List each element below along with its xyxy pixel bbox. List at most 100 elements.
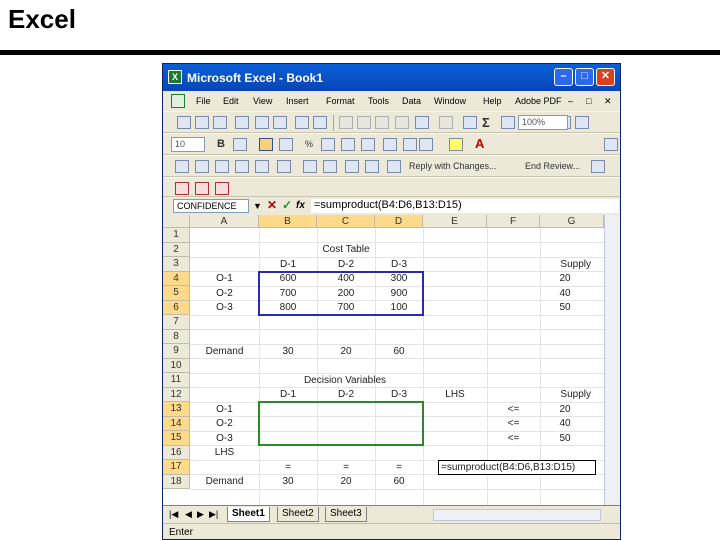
menu-view[interactable]: View — [253, 96, 272, 106]
previous-comment-icon[interactable] — [195, 160, 209, 173]
leq-sign[interactable]: <= — [487, 417, 540, 431]
supply-cell[interactable]: 20 — [540, 272, 590, 286]
row-header[interactable]: 10 — [163, 358, 190, 373]
delete-comment-icon[interactable] — [277, 160, 291, 173]
decision-variables-title[interactable]: Decision Variables — [287, 374, 403, 388]
editing-formula[interactable]: =sumproduct(B4:D6,B13:D15) — [441, 461, 575, 475]
column-header-c[interactable]: C — [317, 215, 375, 228]
menu-data[interactable]: Data — [402, 96, 421, 106]
row-header[interactable]: 6 — [163, 300, 190, 315]
insert-function-icon[interactable]: fx — [296, 200, 305, 211]
supply-cell-2[interactable]: 20 — [540, 403, 590, 417]
origin-label[interactable]: O-2 — [190, 287, 259, 301]
lhs-label[interactable]: LHS — [190, 446, 259, 460]
cut-icon[interactable] — [339, 116, 353, 129]
decision-header-d2[interactable]: D-2 — [317, 388, 375, 402]
doc-close-icon[interactable]: ✕ — [604, 96, 612, 107]
reply-with-changes-button[interactable]: Reply with Changes... — [409, 161, 497, 171]
decrease-decimal-icon[interactable] — [361, 138, 375, 151]
demand-cell[interactable]: 20 — [317, 345, 375, 359]
row-header[interactable]: 11 — [163, 373, 190, 388]
demand-label[interactable]: Demand — [190, 345, 259, 359]
cost-header-d3[interactable]: D-3 — [375, 258, 423, 272]
demand-cell[interactable]: 30 — [259, 345, 317, 359]
row-header[interactable]: 12 — [163, 387, 190, 402]
doc-restore-icon[interactable]: □ — [586, 96, 591, 106]
menu-format[interactable]: Format — [326, 96, 355, 106]
name-box[interactable]: CONFIDENCE — [173, 199, 249, 213]
first-sheet-icon[interactable]: |◀ — [169, 509, 178, 520]
sheet-tab-1[interactable]: Sheet1 — [227, 507, 270, 522]
demand-label-2[interactable]: Demand — [190, 475, 259, 489]
row-header[interactable]: 13 — [163, 402, 190, 417]
percent-style-icon[interactable]: % — [305, 139, 313, 149]
doc-minimize-icon[interactable]: – — [568, 96, 573, 106]
worksheet-grid[interactable]: A B C D E F G 1 2 3 4 5 6 7 8 9 10 11 12… — [163, 215, 620, 505]
close-button[interactable]: ✕ — [596, 68, 615, 86]
sort-ascending-icon[interactable] — [501, 116, 515, 129]
align-center-icon[interactable] — [259, 138, 273, 151]
workbook-icon[interactable] — [171, 94, 185, 108]
maximize-button[interactable]: □ — [575, 68, 594, 86]
column-header-e[interactable]: E — [423, 215, 487, 228]
decision-origin-label[interactable]: O-1 — [190, 403, 259, 417]
new-icon[interactable] — [177, 116, 191, 129]
row-header[interactable]: 18 — [163, 474, 190, 489]
vertical-scrollbar[interactable] — [604, 215, 620, 505]
show-all-comments-icon[interactable] — [255, 160, 269, 173]
enter-icon[interactable]: ✓ — [282, 198, 292, 212]
column-header-a[interactable]: A — [190, 215, 259, 228]
spelling-icon[interactable] — [295, 116, 309, 129]
supply-header-2[interactable]: Supply — [540, 388, 604, 402]
paste-icon[interactable] — [375, 116, 389, 129]
equals-sign[interactable]: = — [375, 461, 423, 475]
permission-icon[interactable] — [235, 116, 249, 129]
name-box-dropdown-icon[interactable]: ▼ — [253, 201, 262, 211]
protect-icon[interactable] — [323, 160, 337, 173]
save-icon[interactable] — [213, 116, 227, 129]
new-comment-icon[interactable] — [175, 160, 189, 173]
demand-cell-2[interactable]: 30 — [259, 475, 317, 489]
show-comment-icon[interactable] — [235, 160, 249, 173]
increase-decimal-icon[interactable] — [341, 138, 355, 151]
active-cell-editor[interactable]: =sumproduct(B4:D6,B13:D15) — [438, 459, 596, 475]
zoom-select[interactable]: 100% — [518, 115, 568, 130]
decision-origin-label[interactable]: O-3 — [190, 432, 259, 446]
supply-cell-2[interactable]: 50 — [540, 432, 590, 446]
convert-and-email-icon[interactable] — [195, 182, 209, 195]
decision-origin-label[interactable]: O-2 — [190, 417, 259, 431]
toolbar-options-icon[interactable] — [591, 160, 605, 173]
supply-cell[interactable]: 50 — [540, 301, 590, 315]
cancel-icon[interactable]: ✕ — [267, 198, 277, 212]
origin-label[interactable]: O-1 — [190, 272, 259, 286]
row-header[interactable]: 8 — [163, 329, 190, 344]
align-right-icon[interactable] — [279, 138, 293, 151]
lhs-header[interactable]: LHS — [423, 388, 487, 402]
help-icon[interactable] — [575, 116, 589, 129]
sheet-tab-2[interactable]: Sheet2 — [277, 507, 319, 522]
track-changes-icon[interactable] — [303, 160, 317, 173]
increase-indent-icon[interactable] — [403, 138, 417, 151]
previous-sheet-icon[interactable]: ◀ — [185, 509, 192, 520]
research-icon[interactable] — [313, 116, 327, 129]
font-size-select[interactable]: 10 — [171, 137, 205, 152]
decision-header-d1[interactable]: D-1 — [259, 388, 317, 402]
print-icon[interactable] — [255, 116, 269, 129]
leq-sign[interactable]: <= — [487, 403, 540, 417]
horizontal-scrollbar[interactable] — [433, 509, 601, 521]
open-icon[interactable] — [195, 116, 209, 129]
menu-edit[interactable]: Edit — [223, 96, 239, 106]
copy-icon[interactable] — [357, 116, 371, 129]
formula-input[interactable]: =sumproduct(B4:D6,B13:D15) — [311, 199, 619, 213]
borders-icon[interactable] — [419, 138, 433, 151]
origin-label[interactable]: O-3 — [190, 301, 259, 315]
redo-icon[interactable] — [439, 116, 453, 129]
row-header[interactable]: 17 — [163, 460, 190, 475]
supply-header[interactable]: Supply — [540, 258, 604, 272]
menu-file[interactable]: File — [196, 96, 211, 106]
row-header[interactable]: 1 — [163, 228, 190, 243]
leq-sign[interactable]: <= — [487, 432, 540, 446]
ink-annotations-icon[interactable] — [345, 160, 359, 173]
cost-header-d2[interactable]: D-2 — [317, 258, 375, 272]
row-header[interactable]: 15 — [163, 431, 190, 446]
